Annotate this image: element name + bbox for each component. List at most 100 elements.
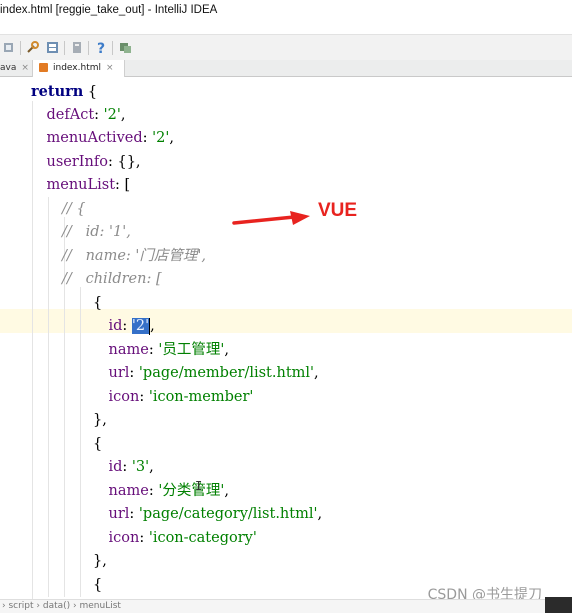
translate-icon[interactable] <box>118 40 133 55</box>
code-line[interactable]: }, <box>93 550 107 573</box>
build-icon[interactable] <box>2 40 17 55</box>
code-token: // { <box>62 200 86 217</box>
code-token: { <box>83 84 98 100</box>
code-token: , <box>120 106 126 123</box>
code-token: '2' <box>131 318 150 334</box>
svg-text:?: ? <box>97 41 105 55</box>
code-token: // id: '1', <box>62 224 131 240</box>
code-token: url <box>108 506 130 522</box>
toolbar-separator <box>20 41 21 55</box>
annotation-label: VUE <box>318 200 358 221</box>
code-line[interactable]: { <box>93 433 102 456</box>
text-cursor-icon: I <box>195 479 203 493</box>
code-line[interactable]: name: '分类管理', <box>109 480 229 503</box>
code-line[interactable]: }, <box>93 409 107 432</box>
code-token: menuList <box>46 177 116 193</box>
toolbar-separator <box>112 41 113 55</box>
code-token: return <box>31 83 84 100</box>
code-line[interactable]: return { <box>31 80 97 103</box>
close-icon[interactable]: × <box>21 63 29 73</box>
code-token: userInfo <box>46 153 108 170</box>
code-token: '员工管理' <box>158 341 225 358</box>
code-line[interactable]: url: 'page/category/list.html', <box>109 503 323 526</box>
title-bar: index.html [reggie_take_out] - IntelliJ … <box>0 0 572 24</box>
code-token: }, <box>93 412 107 428</box>
wrench-icon[interactable] <box>25 40 40 55</box>
code-token: , <box>224 341 229 358</box>
code-token: , <box>169 130 174 146</box>
code-line[interactable]: { <box>93 574 102 597</box>
code-token: : <box>148 482 159 499</box>
code-token: : [ <box>115 177 131 193</box>
code-token: icon <box>108 529 140 546</box>
current-line-highlight <box>0 309 572 333</box>
code-line[interactable]: defAct: '2', <box>47 104 126 127</box>
editor-tab-bar: ava × index.html × <box>0 60 572 77</box>
code-token: 'page/category/list.html' <box>138 506 318 522</box>
code-token: : {}, <box>107 153 141 170</box>
code-line[interactable]: { <box>93 292 102 315</box>
code-token: // children: [ <box>62 271 162 287</box>
help-icon[interactable]: ? <box>94 40 109 55</box>
html-file-icon <box>39 63 48 72</box>
code-token: : <box>122 459 132 475</box>
code-editor[interactable]: return {defAct: '2', menuActived: '2', use… <box>0 77 572 599</box>
sdk-icon[interactable] <box>70 40 85 55</box>
code-token: { <box>93 435 103 452</box>
code-line[interactable]: url: 'page/member/list.html', <box>109 362 319 385</box>
code-token: : <box>94 106 104 123</box>
code-line[interactable]: menuList: [ <box>47 174 131 197</box>
code-token: , <box>149 459 154 475</box>
code-token: url <box>108 365 130 381</box>
tab-index-html[interactable]: index.html × <box>32 60 125 77</box>
code-token: id <box>108 318 123 334</box>
red-arrow-icon <box>232 211 310 225</box>
window-title: index.html [reggie_take_out] - IntelliJ … <box>0 4 218 16</box>
code-token: : <box>139 529 149 546</box>
main-toolbar: ? <box>0 34 572 60</box>
code-token: { <box>93 576 103 593</box>
code-token: , <box>224 482 229 499</box>
code-token: : <box>142 130 153 146</box>
code-token: defAct <box>46 106 95 123</box>
code-line[interactable]: // id: '1', <box>62 221 131 244</box>
code-token: '2' <box>152 130 170 146</box>
code-token: '分类管理' <box>158 482 225 499</box>
code-line[interactable]: // { <box>62 198 86 221</box>
tab-label: ava <box>0 63 17 73</box>
breadcrumb[interactable]: › script › data() › menuList <box>0 599 572 613</box>
indent-guide <box>48 197 49 597</box>
code-token: : <box>148 341 159 358</box>
indent-guide <box>80 287 81 597</box>
code-token: 'page/member/list.html' <box>138 365 315 381</box>
code-token: { <box>93 294 103 311</box>
code-token: 'icon-category' <box>148 529 257 546</box>
code-line[interactable]: menuActived: '2', <box>47 127 174 150</box>
structure-icon[interactable] <box>45 40 60 55</box>
code-token: icon <box>108 388 140 405</box>
code-line[interactable]: name: '员工管理', <box>109 339 229 362</box>
corner-block <box>545 597 572 613</box>
code-token: : <box>129 506 139 522</box>
indent-guide <box>32 101 33 599</box>
code-line[interactable]: id: '3', <box>109 456 154 479</box>
code-token: '2' <box>103 106 121 123</box>
tab-label: index.html <box>53 63 101 73</box>
toolbar-separator <box>88 41 89 55</box>
code-token: , <box>317 506 323 522</box>
code-token: id <box>108 459 123 475</box>
close-icon[interactable]: × <box>106 63 114 73</box>
code-line[interactable]: icon: 'icon-member' <box>109 386 254 409</box>
code-token: name <box>108 341 149 358</box>
code-line[interactable]: icon: 'icon-category' <box>109 527 257 550</box>
code-line[interactable]: // name: '门店管理', <box>62 245 206 268</box>
code-line[interactable]: userInfo: {}, <box>47 151 141 174</box>
code-line[interactable]: // children: [ <box>62 268 162 291</box>
code-token: 'icon-member' <box>148 388 254 405</box>
code-line[interactable]: id: '2', <box>109 315 155 338</box>
code-token: '3' <box>131 459 150 475</box>
code-token: }, <box>93 553 107 569</box>
code-token: , <box>150 318 155 334</box>
code-token: : <box>122 318 132 334</box>
tab-java[interactable]: ava × <box>0 60 30 77</box>
